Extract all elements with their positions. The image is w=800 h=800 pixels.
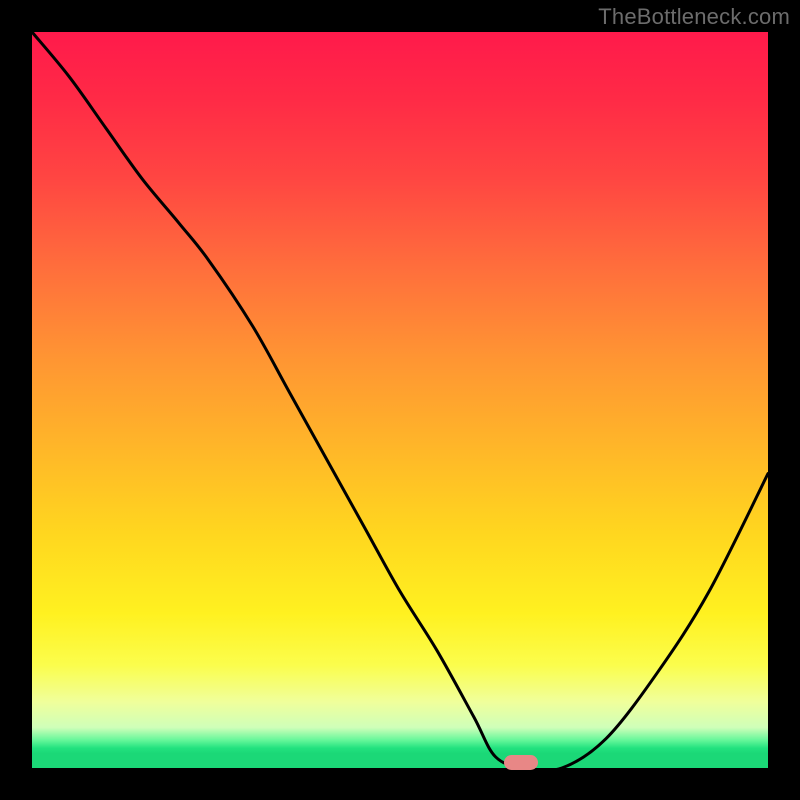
bottleneck-curve [32, 32, 768, 768]
plot-area [32, 32, 768, 768]
watermark-text: TheBottleneck.com [598, 4, 790, 30]
optimum-marker [504, 755, 538, 770]
chart-frame: TheBottleneck.com [0, 0, 800, 800]
